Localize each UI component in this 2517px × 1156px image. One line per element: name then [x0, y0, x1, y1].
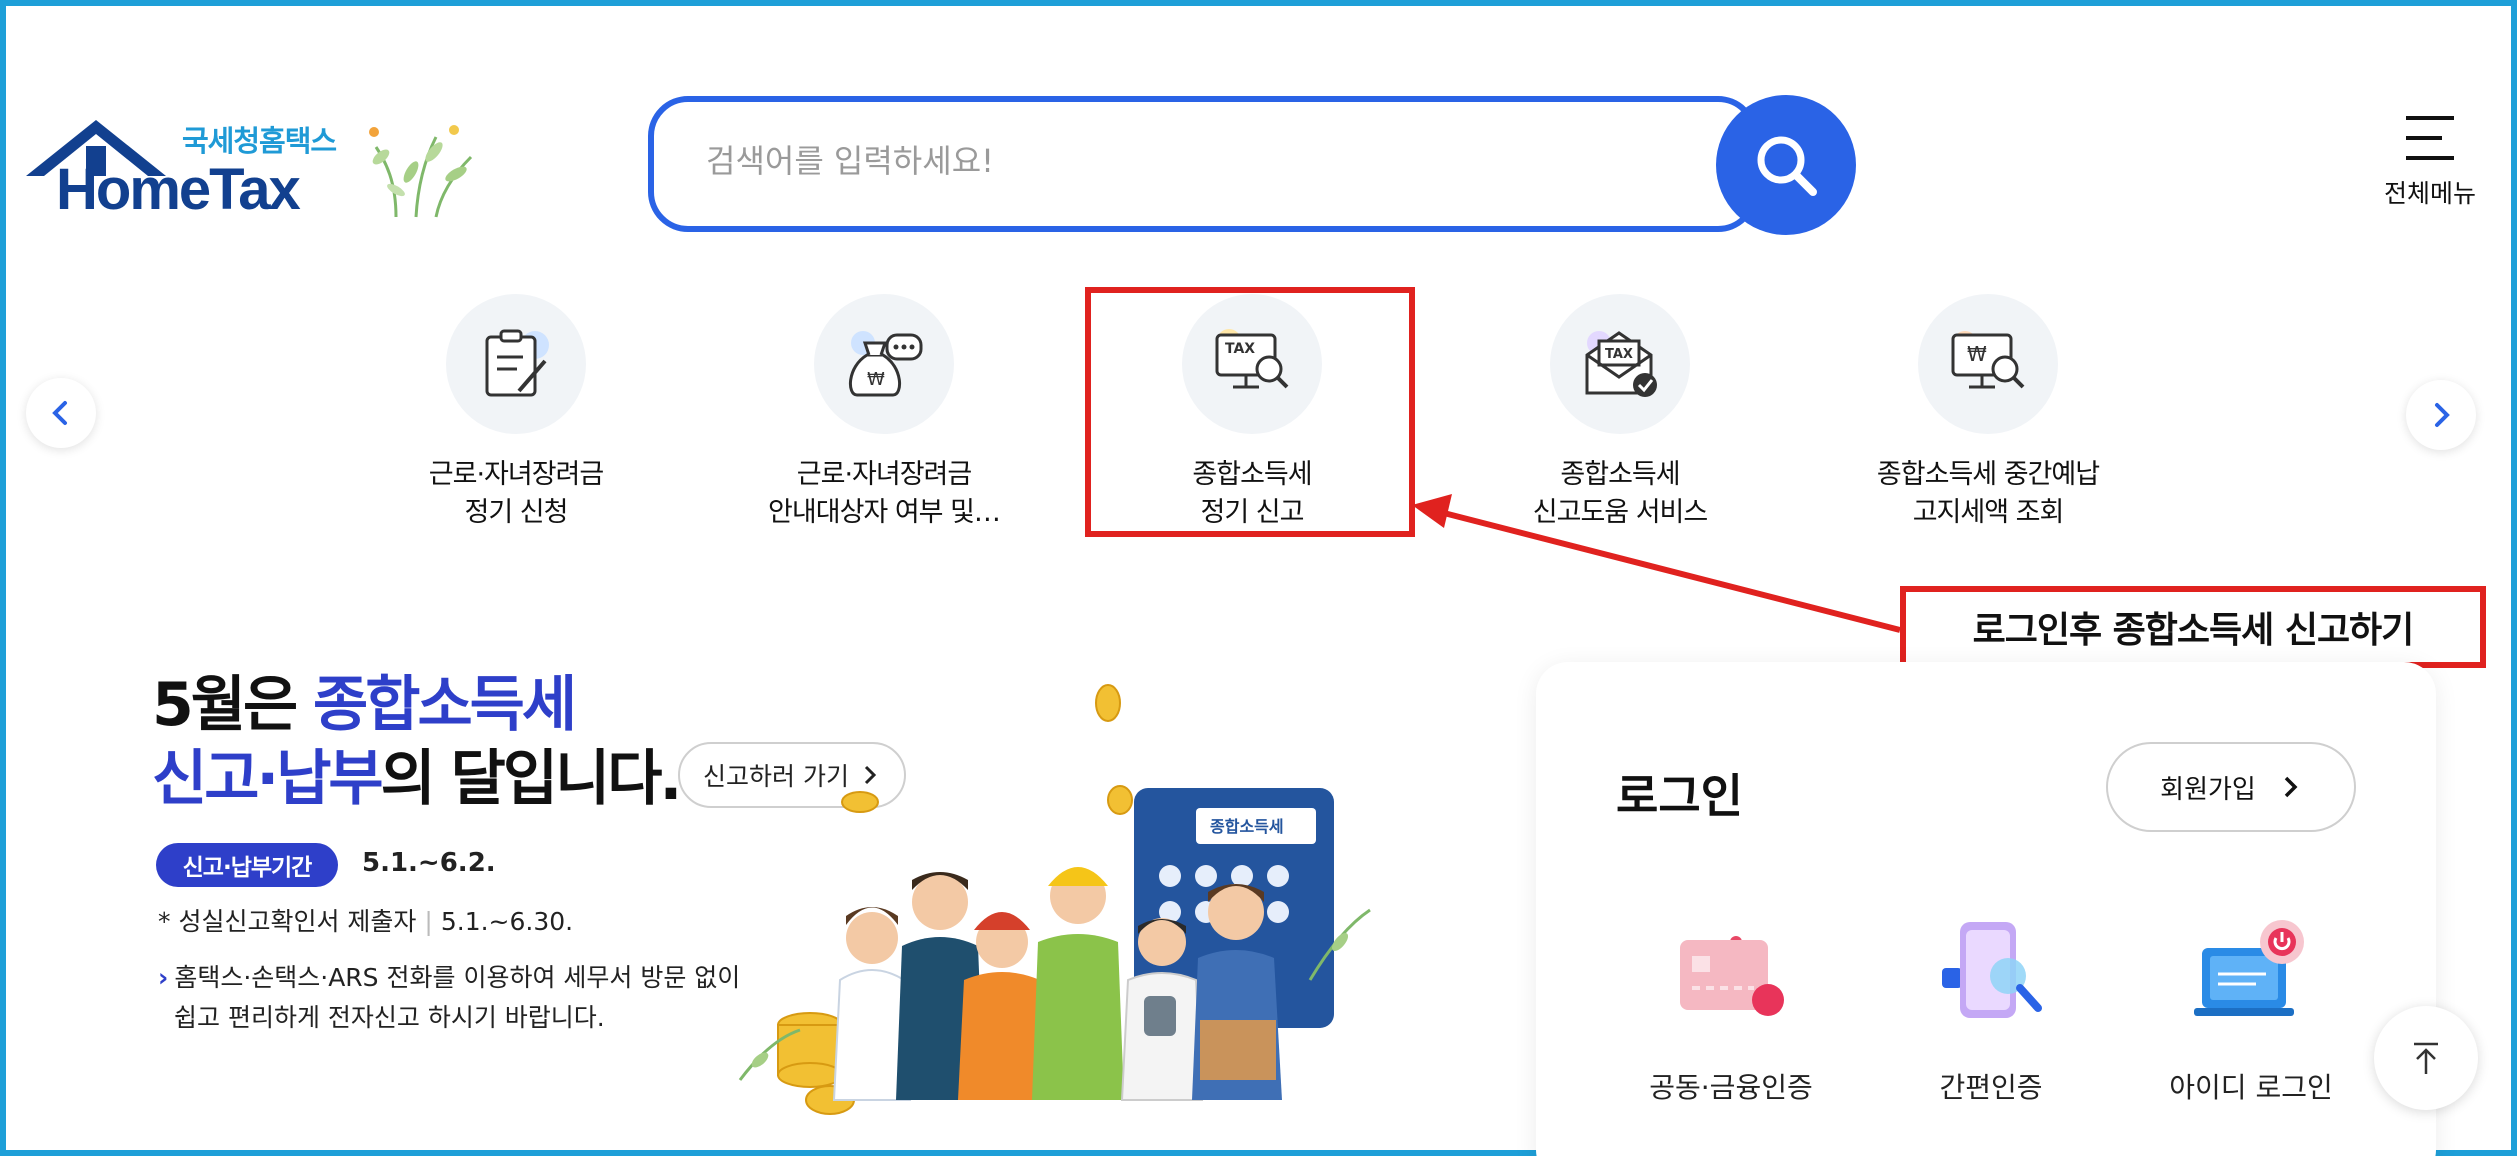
period-badge: 신고·납부기간	[156, 843, 338, 887]
note-line2: 쉽고 편리하게 전자신고 하시기 바랍니다.	[174, 1003, 605, 1032]
phone-search-icon	[1942, 922, 2042, 1018]
quick-menu-item[interactable]: ₩ 근로·자녀장려금 안내대상자 여부 및…	[724, 294, 1044, 532]
won-monitor-search-icon: ₩	[1951, 331, 2025, 389]
banner-illustration: 종합소득세	[738, 684, 1371, 1115]
money-bag-chat-icon: ₩	[848, 331, 923, 397]
quick-menu-label: 종합소득세 신고도움 서비스	[1460, 456, 1780, 532]
annotation-callout: 로그인후 종합소득세 신고하기	[1900, 586, 2486, 668]
svg-text:TAX: TAX	[1605, 347, 1633, 362]
quick-menu-icon-circle: ₩	[814, 294, 954, 434]
quick-menu-label-line2: 안내대상자 여부 및…	[768, 497, 1001, 528]
login-option-simple-auth[interactable]: 간편인증	[1876, 912, 2106, 1106]
login-option-label: 간편인증	[1939, 1071, 2043, 1104]
banner-headline: 5월은 종합소득세 신고·납부의 달입니다.	[152, 668, 683, 816]
quick-menu-item[interactable]: TAX 종합소득세 신고도움 서비스	[1460, 294, 1780, 532]
chevron-left-icon	[52, 401, 67, 425]
scroll-top-button[interactable]	[2374, 1006, 2478, 1110]
quick-menu-item[interactable]: ₩ 종합소득세 중간예납 고지세액 조회	[1828, 294, 2148, 532]
search-icon	[1757, 136, 1817, 196]
highlight-box	[1085, 287, 1415, 537]
quick-menu-label: 근로·자녀장려금 안내대상자 여부 및…	[724, 456, 1044, 532]
login-option-id-login[interactable]: 아이디 로그인	[2136, 912, 2366, 1106]
login-option-label: 공동·금융인증	[1649, 1071, 1813, 1104]
login-option-label: 아이디 로그인	[2169, 1071, 2333, 1104]
caret-icon: ›	[158, 963, 169, 992]
carousel-prev-button[interactable]	[26, 378, 96, 448]
login-title: 로그인	[1616, 769, 1743, 823]
headline-prefix: 5월은	[152, 670, 314, 740]
login-panel: 로그인 회원가입 공동·금융인증 간편인증 아이디 로그인	[1536, 662, 2436, 1156]
svg-text:₩: ₩	[1967, 342, 1987, 366]
quick-menu-label: 근로·자녀장려금 정기 신청	[356, 456, 676, 532]
plant-decoration-icon	[369, 125, 473, 218]
logo-subtitle: 국세청홈택스	[182, 124, 337, 158]
all-menu-label: 전체메뉴	[2383, 179, 2476, 208]
quick-menu-icon-circle: TAX	[1550, 294, 1690, 434]
sincere-label: * 성실신고확인서 제출자	[158, 907, 417, 936]
all-menu-button[interactable]: 전체메뉴	[2370, 112, 2490, 222]
arrow-up-icon	[2414, 1042, 2438, 1074]
svg-text:₩: ₩	[867, 369, 885, 390]
chevron-right-icon	[2284, 776, 2298, 798]
divider: |	[424, 907, 433, 936]
hamburger-menu-icon	[2406, 116, 2454, 160]
quick-menu-label-line2: 신고도움 서비스	[1532, 497, 1708, 528]
search-input[interactable]	[706, 142, 1606, 180]
logo-wordmark: HomeTax	[56, 157, 301, 222]
search-bar[interactable]	[648, 96, 1758, 232]
quick-menu-label-line1: 근로·자녀장려금	[796, 459, 972, 490]
period-date: 5.1.~6.2.	[362, 848, 496, 878]
quick-menu-label-line1: 종합소득세	[1560, 459, 1680, 490]
quick-menu-item[interactable]: 근로·자녀장려금 정기 신청	[356, 294, 676, 532]
quick-menu-icon-circle: ₩	[1918, 294, 2058, 434]
tax-envelope-check-icon: TAX	[1585, 331, 1657, 397]
signup-button[interactable]: 회원가입	[2106, 742, 2356, 832]
quick-menu-label: 종합소득세 중간예납 고지세액 조회	[1828, 456, 2148, 532]
headline-highlight: 종합소득세	[313, 670, 577, 740]
quick-menu-icon-circle	[446, 294, 586, 434]
laptop-power-icon	[2194, 920, 2304, 1016]
sincere-report-line: * 성실신고확인서 제출자 | 5.1.~6.30.	[158, 902, 573, 938]
quick-menu-label-line2: 고지세액 조회	[1912, 497, 2065, 528]
quick-menu-label-line1: 종합소득세 중간예납	[1876, 459, 2100, 490]
certificate-card-icon	[1680, 936, 1784, 1016]
quick-menu-label-line2: 정기 신청	[464, 497, 569, 528]
login-option-certificate[interactable]: 공동·금융인증	[1616, 912, 1846, 1106]
carousel-next-button[interactable]	[2406, 380, 2476, 450]
clipboard-pen-icon	[485, 329, 549, 397]
sincere-date: 5.1.~6.30.	[440, 907, 574, 936]
search-button[interactable]	[1716, 95, 1856, 235]
headline-highlight: 신고·납부	[152, 744, 384, 814]
chevron-right-icon	[2435, 403, 2450, 427]
headline-suffix: 의 달입니다.	[380, 744, 683, 814]
signup-label: 회원가입	[2160, 774, 2256, 805]
hometax-logo[interactable]: 국세청홈택스 HomeTax	[26, 112, 486, 222]
quick-menu-label-line1: 근로·자녀장려금	[428, 459, 604, 490]
calculator-label: 종합소득세	[1210, 817, 1284, 836]
